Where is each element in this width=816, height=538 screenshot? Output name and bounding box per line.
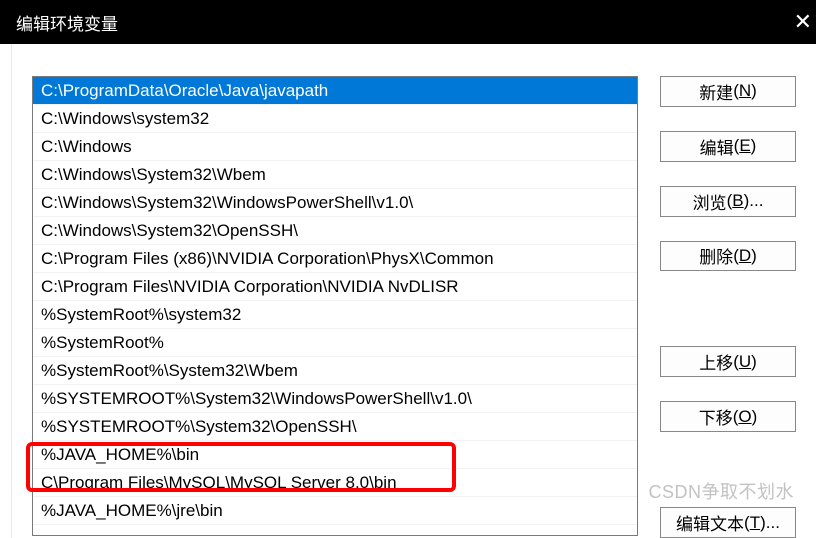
list-item[interactable]: C\Program Files\MySQL\MySQL Server 8.0\b… bbox=[33, 469, 637, 497]
move-up-button[interactable]: 上移(U) bbox=[660, 346, 796, 377]
list-item[interactable]: C:\Windows bbox=[33, 133, 637, 161]
list-item[interactable]: C:\ProgramData\Oracle\Java\javapath bbox=[33, 77, 637, 105]
edit-button[interactable]: 编辑(E) bbox=[660, 131, 796, 162]
new-button[interactable]: 新建(N) bbox=[660, 76, 796, 107]
list-item[interactable]: C:\Program Files (x86)\NVIDIA Corporatio… bbox=[33, 245, 637, 273]
delete-button-label: 删除 bbox=[699, 243, 733, 268]
dialog-body: C:\ProgramData\Oracle\Java\javapathC:\Wi… bbox=[0, 44, 816, 538]
list-item[interactable]: C:\Windows\System32\OpenSSH\ bbox=[33, 217, 637, 245]
delete-button[interactable]: 删除(D) bbox=[660, 241, 796, 272]
edit-text-button-label: 编辑文本 bbox=[676, 510, 744, 535]
titlebar: 编辑环境变量 ✕ bbox=[0, 0, 816, 44]
list-item[interactable]: C:\Program Files\NVIDIA Corporation\NVID… bbox=[33, 273, 637, 301]
spacer bbox=[660, 456, 796, 483]
list-item[interactable]: %SystemRoot%\System32\Wbem bbox=[33, 357, 637, 385]
edit-text-button[interactable]: 编辑文本(T)... bbox=[660, 507, 796, 538]
list-item[interactable]: C:\Windows\System32\Wbem bbox=[33, 161, 637, 189]
move-down-button-label: 下移 bbox=[699, 404, 733, 429]
dialog-window: 编辑环境变量 ✕ C:\ProgramData\Oracle\Java\java… bbox=[0, 0, 816, 538]
left-edge bbox=[0, 44, 12, 538]
list-item[interactable]: C:\Windows\system32 bbox=[33, 105, 637, 133]
browse-button-label: 浏览 bbox=[693, 189, 727, 214]
window-title: 编辑环境变量 bbox=[16, 10, 118, 35]
list-item[interactable]: %SystemRoot%\system32 bbox=[33, 301, 637, 329]
move-down-button[interactable]: 下移(O) bbox=[660, 401, 796, 432]
spacer bbox=[660, 295, 796, 322]
close-icon[interactable]: ✕ bbox=[786, 0, 816, 44]
list-item[interactable]: %SystemRoot% bbox=[33, 329, 637, 357]
new-button-label: 新建 bbox=[699, 79, 733, 104]
list-item[interactable]: %JAVA_HOME%\bin bbox=[33, 441, 637, 469]
list-item[interactable]: %SYSTEMROOT%\System32\WindowsPowerShell\… bbox=[33, 385, 637, 413]
move-up-button-label: 上移 bbox=[699, 349, 733, 374]
button-sidebar: 新建(N) 编辑(E) 浏览(B)... 删除(D) 上移(U) 下移(O) 编… bbox=[660, 76, 796, 538]
list-item[interactable]: C:\Windows\System32\WindowsPowerShell\v1… bbox=[33, 189, 637, 217]
path-listbox[interactable]: C:\ProgramData\Oracle\Java\javapathC:\Wi… bbox=[32, 76, 638, 536]
browse-button[interactable]: 浏览(B)... bbox=[660, 186, 796, 217]
list-item[interactable]: %SYSTEMROOT%\System32\OpenSSH\ bbox=[33, 413, 637, 441]
edit-button-label: 编辑 bbox=[700, 134, 734, 159]
list-item[interactable]: %JAVA_HOME%\jre\bin bbox=[33, 497, 637, 525]
